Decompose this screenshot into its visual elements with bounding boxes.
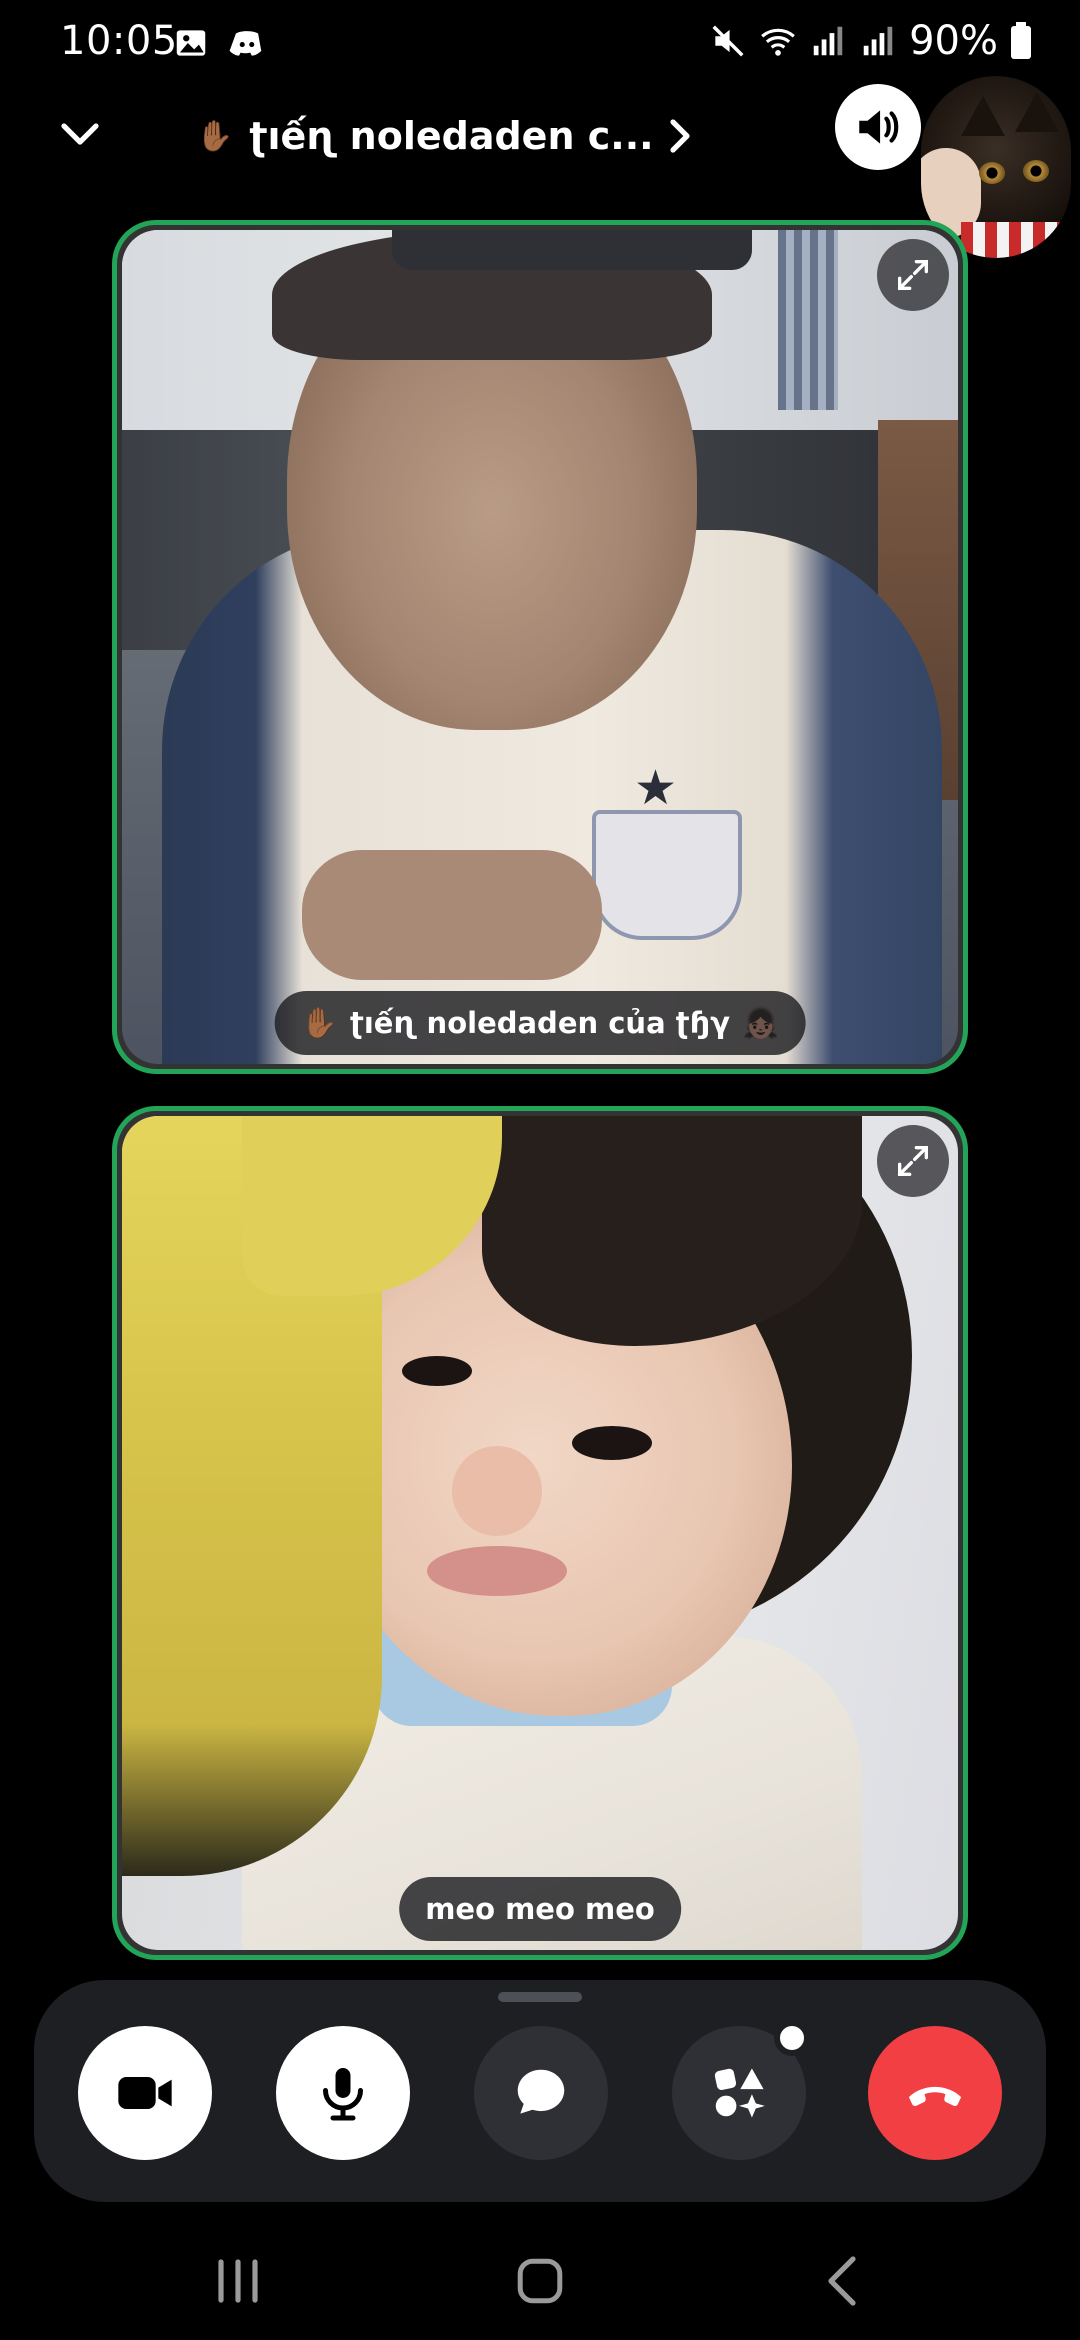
channel-details-button[interactable] xyxy=(660,108,700,164)
recent-apps-button[interactable] xyxy=(193,2246,283,2316)
channel-emoji: ✋🏾 xyxy=(196,118,234,154)
video-scene xyxy=(452,1446,542,1536)
system-navigation-bar xyxy=(0,2220,1080,2340)
gallery-icon xyxy=(176,30,206,56)
status-notification-icons xyxy=(172,24,266,62)
video-scene xyxy=(402,1356,472,1386)
video-scene xyxy=(302,850,602,980)
hang-up-icon xyxy=(908,2086,962,2107)
call-controls xyxy=(34,1980,1046,2202)
recent-apps-icon xyxy=(218,2259,258,2303)
wifi-icon xyxy=(761,28,795,56)
avatar-photo-part xyxy=(979,162,1005,184)
expand-tile-button[interactable] xyxy=(877,1125,949,1197)
chevron-right-icon xyxy=(670,119,690,153)
discord-icon xyxy=(229,31,262,56)
participant-trailing-emoji: 👧🏿 xyxy=(742,1005,780,1041)
participant-name-pill: ✋🏾 ʈıếɳ noledaden của ʈɧγ 👧🏿 xyxy=(274,991,806,1055)
activity-notification-dot xyxy=(774,2020,810,2056)
participant-name: meo meo meo xyxy=(425,1892,655,1926)
channel-title[interactable]: ✋🏾 ʈıếɳ noledaden c... xyxy=(196,106,666,166)
video-tile-participant-2[interactable]: meo meo meo xyxy=(112,1106,968,1960)
home-icon xyxy=(517,2258,563,2304)
video-scene xyxy=(592,810,742,940)
video-scene xyxy=(427,1546,567,1596)
video-scene xyxy=(572,1426,652,1460)
home-button[interactable] xyxy=(495,2246,585,2316)
collapse-call-button[interactable] xyxy=(50,104,110,164)
video-scene: ★ xyxy=(634,760,678,816)
drag-handle[interactable] xyxy=(498,1992,582,2002)
speaker-icon xyxy=(859,110,899,144)
microphone-toggle-button[interactable] xyxy=(276,2026,410,2160)
back-icon xyxy=(828,2256,856,2306)
battery-icon xyxy=(1011,22,1031,59)
camera-icon xyxy=(118,2077,172,2109)
avatar-photo-part xyxy=(1023,160,1049,182)
battery-percent: 90% xyxy=(909,18,998,64)
participant-name: ʈıếɳ noledaden của ʈɧγ xyxy=(349,1006,731,1040)
hang-up-button[interactable] xyxy=(868,2026,1002,2160)
camera-toggle-button[interactable] xyxy=(78,2026,212,2160)
call-header: ✋🏾 ʈıếɳ noledaden c... xyxy=(0,76,1080,258)
participant-name-pill: meo meo meo xyxy=(399,1877,681,1941)
video-scene xyxy=(392,230,752,270)
chat-icon xyxy=(517,2069,565,2114)
channel-name: ʈıếɳ noledaden c... xyxy=(249,114,654,158)
audio-output-button[interactable] xyxy=(835,84,921,170)
video-feed: ★ xyxy=(122,230,958,1064)
expand-icon xyxy=(898,1146,928,1176)
status-time: 10:05 xyxy=(60,18,178,64)
chat-button[interactable] xyxy=(474,2026,608,2160)
avatar-photo-part xyxy=(961,96,1005,136)
avatar-photo-part xyxy=(1015,92,1059,132)
signal-icon xyxy=(863,26,893,56)
status-bar: 10:05 90% xyxy=(0,0,1080,84)
video-scene xyxy=(778,230,838,410)
expand-tile-button[interactable] xyxy=(877,239,949,311)
avatar-photo-part xyxy=(961,222,1071,258)
participant-emoji: ✋🏾 xyxy=(300,1005,338,1041)
video-tile-participant-1[interactable]: ★ ✋🏾 ʈıếɳ noledaden của ʈɧγ 👧🏿 xyxy=(112,220,968,1074)
expand-icon xyxy=(898,260,928,290)
signal-icon xyxy=(813,26,843,56)
chevron-down-icon xyxy=(61,123,99,145)
microphone-icon xyxy=(323,2068,363,2121)
back-button[interactable] xyxy=(797,2246,887,2316)
status-system-icons: 90% xyxy=(709,18,1032,64)
activities-icon xyxy=(714,2068,765,2118)
video-feed xyxy=(122,1116,958,1950)
mute-icon xyxy=(712,25,744,57)
